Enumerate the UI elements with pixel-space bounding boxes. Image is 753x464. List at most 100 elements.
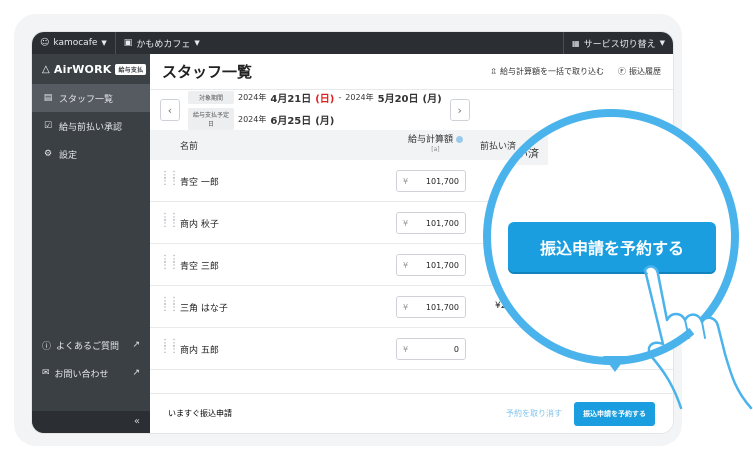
staff-name: 商内 秋子 (180, 220, 219, 230)
gear-icon: ⚙ (43, 149, 53, 159)
user-icon: ☺ (40, 38, 50, 48)
top-bar: ☺ kamocafe ▼ ▣ かもめカフェ ▼ ▦ サービス切り替え ▼ (32, 32, 673, 54)
faq-link[interactable]: ⓘ よくあるご質問 ↗ (32, 331, 150, 359)
upload-icon: ⇫ (490, 67, 497, 76)
amount-input[interactable]: ¥ 101,700 (396, 296, 466, 318)
caret-down-icon: ▼ (659, 39, 665, 47)
period-separator: - (338, 93, 342, 102)
service-switch-menu[interactable]: ▦ サービス切り替え ▼ (563, 32, 673, 54)
drag-handle-icon[interactable]: ⋮⋮ ⋮⋮ (160, 213, 179, 229)
sidebar-item-label: 設定 (59, 150, 78, 161)
help-icon: ⓘ (42, 341, 52, 352)
amount-value: 101,700 (425, 218, 459, 228)
sidebar-item-advance-approval[interactable]: ☑ 給与前払い承認 (32, 112, 150, 140)
drag-handle-icon[interactable]: ⋮⋮ ⋮⋮ (160, 255, 179, 271)
column-header-amount-label: 給与計算額 (408, 135, 454, 145)
prev-period-button[interactable]: ‹ (160, 99, 180, 121)
pointing-hand-icon (643, 265, 753, 410)
page-title: スタッフ一覧 (162, 63, 253, 81)
mail-icon: ✉ (42, 368, 50, 378)
period-info: 対象期間 2024年 4月21日 (日) - 2024年 5月20日 (月) 給… (188, 90, 442, 130)
next-period-button[interactable]: › (449, 99, 470, 121)
column-header-name: 名前 (180, 141, 199, 152)
cancel-reservation-link[interactable]: 予約を取り消す (506, 408, 562, 419)
amount-input[interactable]: ¥ 101,700 (396, 170, 466, 192)
logo-badge: 給与支払 (115, 63, 147, 75)
account-menu[interactable]: ☺ kamocafe ▼ (32, 32, 115, 54)
caret-down-icon: ▼ (101, 39, 107, 47)
sidebar-item-label: スタッフ一覧 (59, 94, 114, 105)
sidebar-item-staff-list[interactable]: ▤ スタッフ一覧 (32, 84, 150, 112)
target-year-1: 2024年 (238, 93, 267, 102)
contact-label: お問い合わせ (54, 369, 109, 380)
amount-value: 101,700 (425, 302, 459, 312)
target-period-tag: 対象期間 (188, 91, 234, 104)
amount-input[interactable]: ¥ 101,700 (396, 254, 466, 276)
currency-symbol: ¥ (403, 260, 409, 270)
drag-handle-icon[interactable]: ⋮⋮ ⋮⋮ (160, 171, 179, 187)
pay-date: 6月25日 (270, 115, 312, 127)
pay-day: (月) (315, 115, 335, 127)
amount-value: 0 (453, 344, 459, 354)
app-logo[interactable]: △ AirWORK 給与支払 (32, 54, 150, 84)
bulk-import-label: 給与計算額を一括で取り込む (500, 67, 604, 76)
target-year-2: 2024年 (345, 93, 374, 102)
external-link-icon: ↗ (132, 368, 140, 378)
account-name: kamocafe (53, 38, 98, 48)
pay-date-tag: 給与支払予定日 (188, 108, 234, 130)
chevron-right-icon: › (457, 103, 462, 117)
pay-year: 2024年 (238, 114, 267, 124)
sidebar-bottom-links: ⓘ よくあるご質問 ↗ ✉ お問い合わせ ↗ (32, 331, 150, 387)
store-icon: ▣ (123, 38, 133, 48)
target-day-1: (日) (315, 94, 335, 105)
action-footer: いますぐ振込申請 予約を取り消す 振込申請を予約する (150, 393, 673, 433)
amount-value: 101,700 (425, 176, 459, 186)
currency-symbol: ¥ (403, 344, 409, 354)
sidebar-item-label: 給与前払い承認 (59, 122, 123, 133)
amount-input[interactable]: ¥ 0 (396, 338, 466, 360)
header-actions: ⇫ 給与計算額を一括で取り込む Ⓕ 振込履歴 (490, 66, 661, 77)
store-menu[interactable]: ▣ かもめカフェ ▼ (114, 32, 208, 54)
sidebar-item-settings[interactable]: ⚙ 設定 (32, 140, 150, 168)
staff-name: 商内 五郎 (180, 346, 219, 356)
target-date-1: 4月21日 (270, 94, 312, 105)
faq-label: よくあるご質問 (56, 341, 120, 352)
approval-icon: ☑ (43, 121, 53, 131)
amount-value: 101,700 (425, 260, 459, 270)
caret-down-icon: ▼ (194, 39, 200, 47)
amount-input[interactable]: ¥ 101,700 (396, 212, 466, 234)
currency-symbol: ¥ (403, 218, 409, 228)
store-name: かもめカフェ (136, 39, 191, 50)
immediate-transfer-label[interactable]: いますぐ振込申請 (168, 408, 232, 419)
magnifier-pointer (603, 356, 627, 372)
chevron-left-icon: ‹ (167, 103, 173, 117)
transfer-history-label: 振込履歴 (629, 67, 661, 76)
currency-symbol: ¥ (403, 176, 409, 186)
pay-date-line: 給与支払予定日 2024年 6月25日 (月) (188, 108, 442, 130)
target-day-2: (月) (422, 94, 442, 105)
drag-handle-icon[interactable]: ⋮⋮ ⋮⋮ (160, 339, 179, 355)
bulk-import-button[interactable]: ⇫ 給与計算額を一括で取り込む (490, 66, 604, 77)
yen-circle-icon: Ⓕ (618, 67, 626, 76)
page-header: スタッフ一覧 ⇫ 給与計算額を一括で取り込む Ⓕ 振込履歴 (150, 54, 673, 90)
logo-text: AirWORK (53, 62, 112, 76)
drag-handle-icon[interactable]: ⋮⋮ ⋮⋮ (160, 297, 179, 313)
info-icon[interactable] (455, 136, 463, 143)
grid-icon: ▦ (572, 38, 580, 48)
external-link-icon: ↗ (132, 340, 140, 350)
contact-link[interactable]: ✉ お問い合わせ ↗ (32, 359, 150, 387)
column-header-amount: 給与計算額 [a] (408, 135, 463, 155)
magnified-paid-header: 前払い済 (495, 147, 539, 160)
sidebar: △ AirWORK 給与支払 ▤ スタッフ一覧 ☑ 給与前払い承認 ⚙ 設定 ⓘ… (32, 54, 150, 433)
column-header-amount-sub: [a] (431, 146, 440, 153)
staff-name: 青空 三郎 (180, 262, 219, 272)
service-switch-label: サービス切り替え (583, 39, 656, 50)
currency-symbol: ¥ (403, 302, 409, 312)
staff-name: 青空 一郎 (180, 178, 219, 188)
sidebar-collapse-button[interactable]: « (32, 411, 150, 433)
staff-list-icon: ▤ (43, 93, 53, 103)
target-date-2: 5月20日 (377, 94, 419, 105)
transfer-history-button[interactable]: Ⓕ 振込履歴 (618, 66, 661, 77)
logo-triangle-icon: △ (42, 63, 50, 75)
target-period-line: 対象期間 2024年 4月21日 (日) - 2024年 5月20日 (月) (188, 90, 442, 105)
